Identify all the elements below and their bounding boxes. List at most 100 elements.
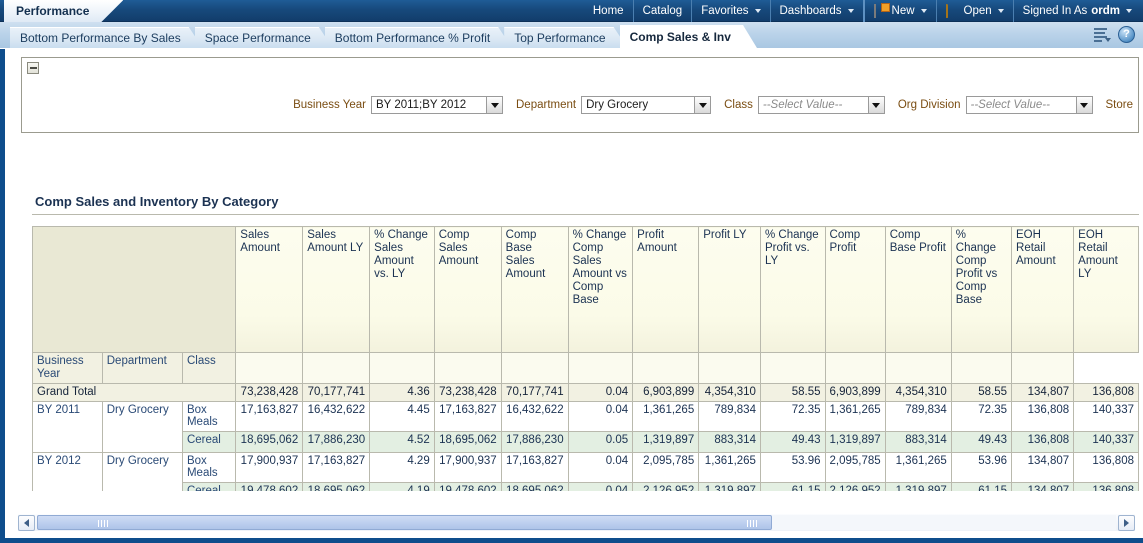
scroll-right-icon[interactable] — [1118, 515, 1135, 531]
current-user: ordm — [1091, 5, 1120, 17]
table-row: Cereal 19,478,602 18,695,062 4.19 19,478… — [33, 483, 1139, 492]
report-table: Sales Amount Sales Amount LY % Change Sa… — [32, 226, 1139, 491]
cell-value: 4.19 — [370, 483, 435, 492]
grand-total-value: 4,354,310 — [885, 384, 951, 402]
subheader-spacer — [370, 353, 435, 384]
cell-value: 136,808 — [1074, 483, 1139, 492]
grand-total-row: Grand Total 73,238,428 70,177,741 4.36 7… — [33, 384, 1139, 402]
tab-bottom-performance-by-sales[interactable]: Bottom Performance By Sales — [10, 27, 203, 48]
nav-home[interactable]: Home — [584, 0, 633, 22]
tab-bottom-performance-pct-profit[interactable]: Bottom Performance % Profit — [325, 27, 512, 48]
page-options-icon[interactable] — [1094, 27, 1111, 42]
subheader-spacer — [633, 353, 699, 384]
nav-open[interactable]: Open — [936, 0, 1013, 22]
business-year-input[interactable]: BY 2011;BY 2012 — [371, 96, 486, 114]
app-tab-label: Performance — [16, 4, 89, 18]
cell-value: 49.43 — [760, 432, 825, 453]
header-profit-ly[interactable]: Profit LY — [699, 227, 761, 353]
header-pct-change-comp-profit-vs-comp-base[interactable]: % Change Comp Profit vs Comp Base — [951, 227, 1011, 353]
grand-total-value: 6,903,899 — [633, 384, 699, 402]
nav-favorites[interactable]: Favorites — [691, 0, 769, 22]
table-row: BY 2012 Dry Grocery Box Meals 17,900,937… — [33, 453, 1139, 483]
grand-total-value: 4.36 — [370, 384, 435, 402]
header-eoh-retail-amount[interactable]: EOH Retail Amount — [1012, 227, 1074, 353]
header-pct-change-sales-amount-vs-ly[interactable]: % Change Sales Amount vs. LY — [370, 227, 435, 353]
cell-value: 1,361,265 — [633, 402, 699, 432]
header-comp-base-profit[interactable]: Comp Base Profit — [885, 227, 951, 353]
org-division-input[interactable]: --Select Value-- — [966, 96, 1076, 114]
cell-value: 0.04 — [568, 483, 633, 492]
nav-dashboards[interactable]: Dashboards — [770, 0, 863, 22]
chevron-down-icon — [1126, 9, 1132, 13]
cell-value: 2,095,785 — [825, 453, 885, 483]
nav-catalog[interactable]: Catalog — [633, 0, 692, 22]
cell-value: 16,432,622 — [303, 402, 370, 432]
horizontal-scrollbar[interactable] — [18, 514, 1135, 531]
cell-value: 883,314 — [699, 432, 761, 453]
help-icon[interactable]: ? — [1118, 26, 1135, 43]
header-pct-change-comp-sales-amount-vs-comp-base[interactable]: % Change Comp Sales Amount vs Comp Base — [568, 227, 633, 353]
class-input[interactable]: --Select Value-- — [758, 96, 868, 114]
scroll-left-icon[interactable] — [18, 515, 35, 531]
prompt-panel: Business Year BY 2011;BY 2012 Department… — [21, 57, 1139, 133]
scrollbar-thumb[interactable] — [37, 515, 772, 530]
tab-top-performance[interactable]: Top Performance — [504, 27, 627, 48]
header-sales-amount[interactable]: Sales Amount — [236, 227, 303, 353]
cell-class: Cereal — [182, 483, 235, 492]
chevron-down-icon — [848, 9, 854, 13]
title-divider — [32, 214, 1139, 215]
cell-value: 17,163,827 — [434, 402, 501, 432]
header-eoh-retail-amount-ly[interactable]: EOH Retail Amount LY — [1074, 227, 1139, 353]
tab-space-performance[interactable]: Space Performance — [195, 27, 333, 48]
cell-value: 0.05 — [568, 432, 633, 453]
cell-value: 53.96 — [760, 453, 825, 483]
header-pct-change-profit-vs-ly[interactable]: % Change Profit vs. LY — [760, 227, 825, 353]
new-page-icon — [874, 5, 888, 18]
prompt-row: Business Year BY 2011;BY 2012 Department… — [22, 94, 1138, 116]
prompt-business-year[interactable]: BY 2011;BY 2012 — [371, 96, 503, 114]
cell-value: 4.45 — [370, 402, 435, 432]
header-profit-amount[interactable]: Profit Amount — [633, 227, 699, 353]
prompt-label-org-division: Org Division — [885, 99, 966, 111]
tab-comp-sales-and-inv[interactable]: Comp Sales & Inv — [620, 25, 757, 48]
collapse-prompts-button[interactable] — [27, 62, 39, 74]
global-nav: Home Catalog Favorites Dashboards New Op — [584, 0, 1141, 22]
header-corner-cell — [33, 227, 236, 353]
scrollbar-track[interactable] — [37, 515, 1116, 530]
cell-value: 19,478,602 — [434, 483, 501, 492]
header-comp-profit[interactable]: Comp Profit — [825, 227, 885, 353]
report-table-container[interactable]: Sales Amount Sales Amount LY % Change Sa… — [32, 226, 1139, 491]
cell-value: 72.35 — [760, 402, 825, 432]
department-input[interactable]: Dry Grocery — [581, 96, 694, 114]
subheader-spacer — [1012, 353, 1074, 384]
nav-new[interactable]: New — [863, 0, 936, 22]
cell-value: 19,478,602 — [236, 483, 303, 492]
org-division-dropdown-icon[interactable] — [1076, 96, 1093, 114]
grand-total-value: 58.55 — [951, 384, 1011, 402]
prompt-class[interactable]: --Select Value-- — [758, 96, 885, 114]
app-tab-performance[interactable]: Performance — [4, 0, 123, 22]
subheader-business-year[interactable]: Business Year — [33, 353, 103, 384]
cell-value: 140,337 — [1074, 432, 1139, 453]
dashboard-page-content: Business Year BY 2011;BY 2012 Department… — [10, 49, 1143, 538]
header-sales-amount-ly[interactable]: Sales Amount LY — [303, 227, 370, 353]
folder-icon — [946, 5, 960, 18]
chevron-down-icon — [998, 9, 1004, 13]
class-dropdown-icon[interactable] — [868, 96, 885, 114]
cell-value: 17,886,230 — [501, 432, 568, 453]
subheader-class[interactable]: Class — [182, 353, 235, 384]
cell-value: 1,319,897 — [633, 432, 699, 453]
cell-value: 789,834 — [699, 402, 761, 432]
nav-open-label: Open — [964, 5, 992, 17]
cell-value: 17,163,827 — [501, 453, 568, 483]
cell-class: Box Meals — [182, 453, 235, 483]
business-year-dropdown-icon[interactable] — [486, 96, 503, 114]
department-dropdown-icon[interactable] — [694, 96, 711, 114]
prompt-org-division[interactable]: --Select Value-- — [966, 96, 1093, 114]
subheader-department[interactable]: Department — [102, 353, 182, 384]
header-comp-sales-amount[interactable]: Comp Sales Amount — [434, 227, 501, 353]
prompt-department[interactable]: Dry Grocery — [581, 96, 711, 114]
nav-signed-in-as[interactable]: Signed In As ordm — [1013, 0, 1141, 22]
cell-value: 4.52 — [370, 432, 435, 453]
header-comp-base-sales-amount[interactable]: Comp Base Sales Amount — [501, 227, 568, 353]
